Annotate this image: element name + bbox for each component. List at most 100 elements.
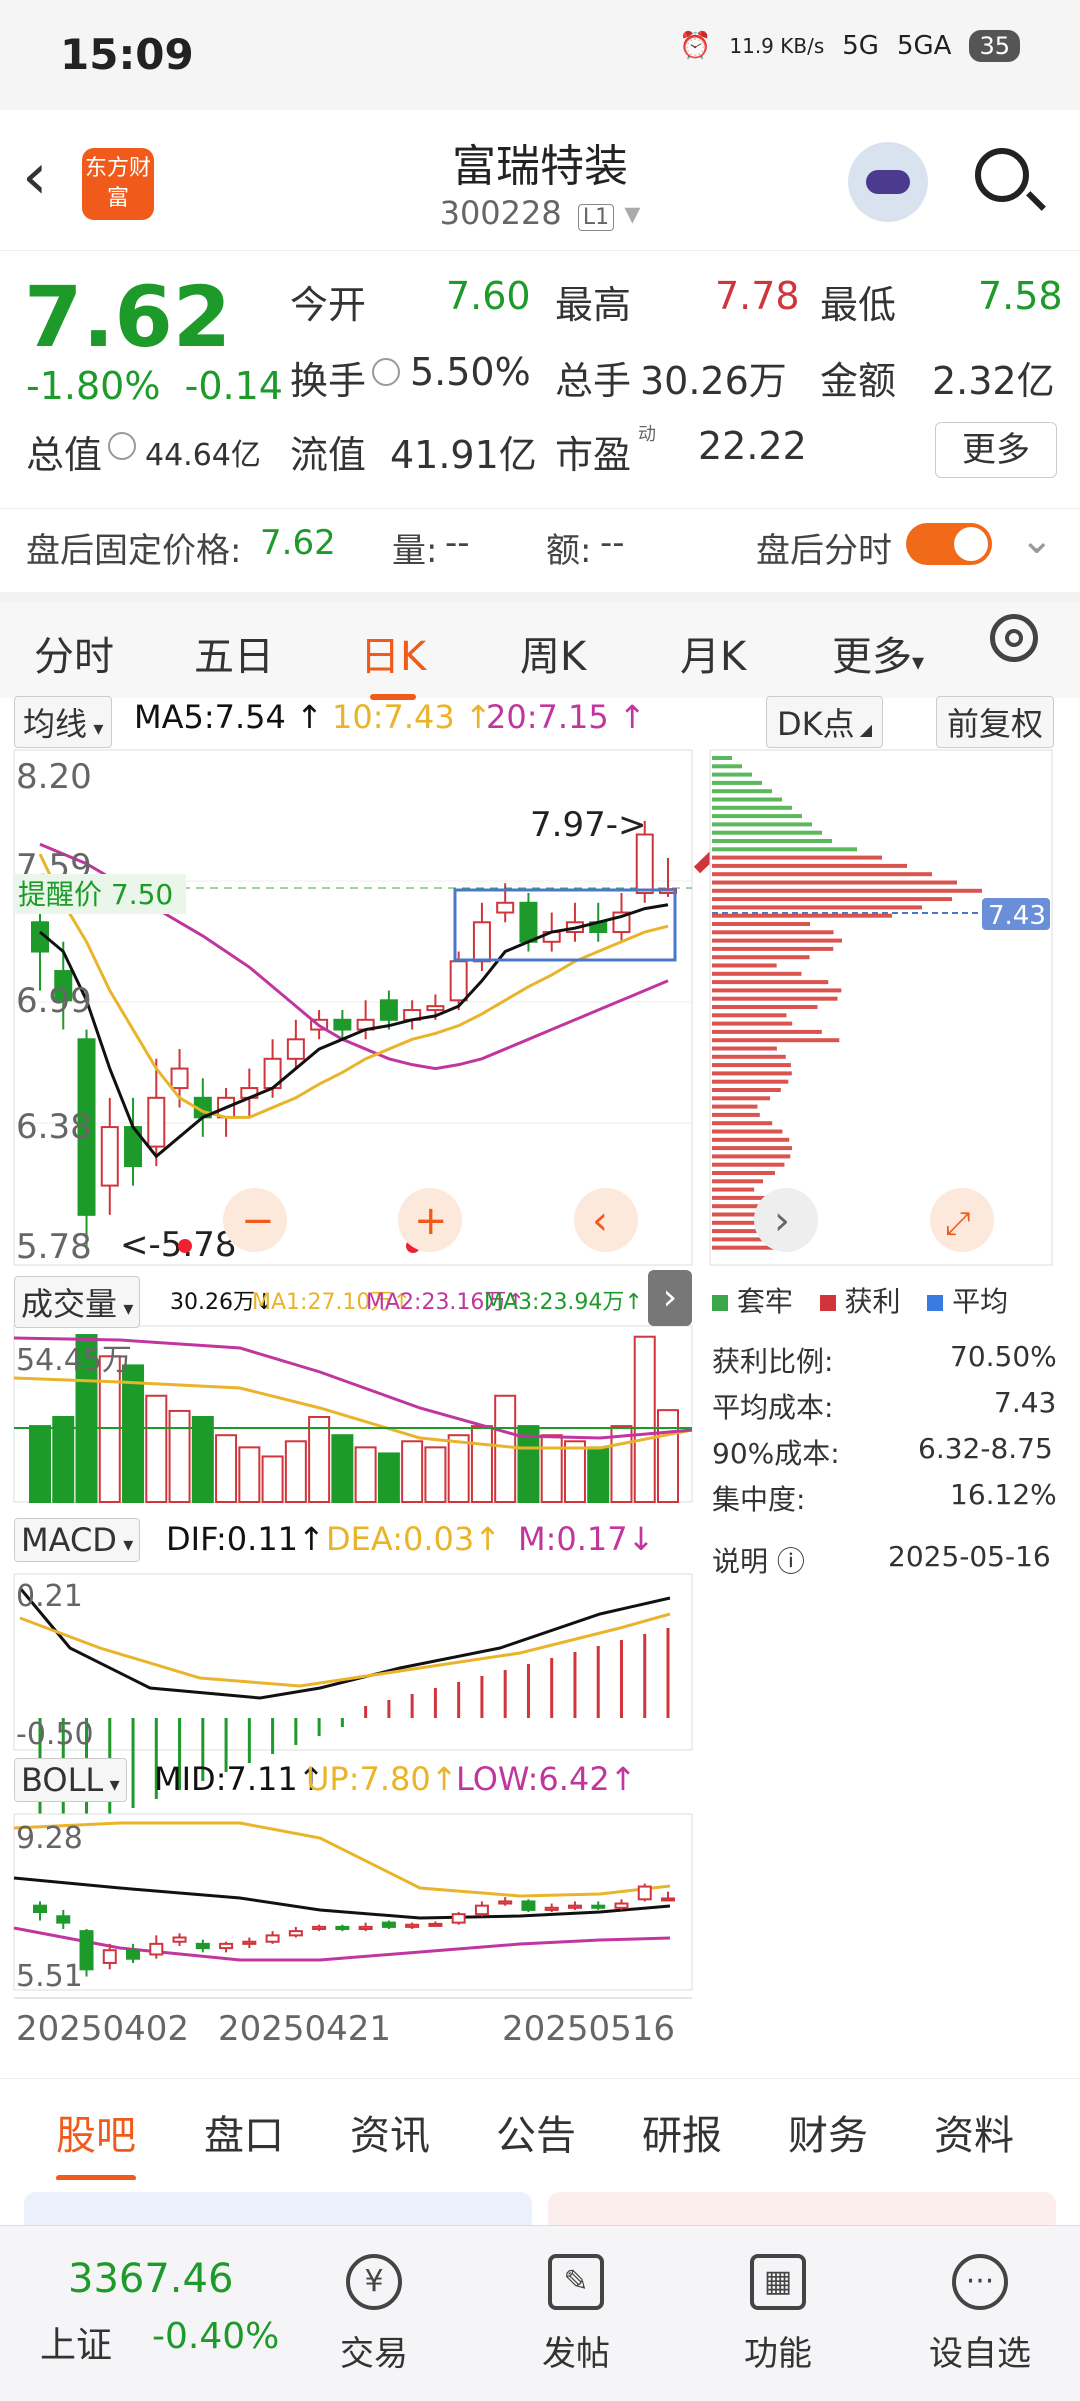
chip-bar: [712, 930, 834, 935]
tab-timeshare[interactable]: 分时: [34, 624, 114, 682]
more-button[interactable]: 更多: [935, 422, 1057, 478]
ma20-value: 20:7.15 ↑: [486, 698, 646, 736]
chip-bar: [712, 1162, 785, 1167]
after-hours-toggle[interactable]: [906, 523, 992, 565]
after-hours-vol-label: 量:: [392, 531, 438, 571]
chip-bar: [712, 1112, 760, 1117]
index-widget[interactable]: 3367.46 上证 -0.40%: [40, 2256, 300, 2386]
cost90-value: 6.32-8.75: [918, 1432, 1053, 1465]
info-dots-icon[interactable]: [108, 432, 136, 460]
nav-add-watchlist[interactable]: ··· 设自选: [900, 2226, 1060, 2401]
info-dots-icon[interactable]: [372, 358, 400, 386]
chevron-down-icon[interactable]: ⌄: [1020, 517, 1054, 563]
tab-forum[interactable]: 股吧: [56, 2103, 136, 2181]
boll-candle-body: [312, 1925, 327, 1931]
ma-selector[interactable]: 均线 ▾: [14, 696, 113, 748]
chip-bar: [712, 756, 732, 760]
macd-selector[interactable]: MACD ▾: [14, 1518, 141, 1562]
volume-selector[interactable]: 成交量 ▾: [14, 1276, 141, 1328]
chip-bar: [712, 822, 812, 827]
chip-bar: [712, 880, 957, 885]
volume-selector-label: 成交量: [21, 1285, 118, 1323]
boll-y-max: 9.28: [16, 1821, 83, 1856]
price-change: -1.80% -0.14: [26, 364, 283, 408]
macd-row: MACD ▾ DIF:0.11↑ DEA:0.03↑ M:0.17↓: [14, 1518, 694, 1564]
after-hours-amt: --: [600, 523, 625, 563]
kline-chart[interactable]: 8.20 7.59 6.99 6.38 5.78 提醒价 7.50 7.97->…: [13, 749, 785, 1267]
candle-body: [449, 960, 468, 1002]
adjust-button[interactable]: 前复权: [936, 696, 1055, 748]
after-hours-vol: --: [445, 523, 470, 563]
volume-bar: [191, 1416, 214, 1503]
gear-icon[interactable]: [990, 614, 1038, 662]
tab-daily-k[interactable]: 日K: [360, 624, 426, 700]
boll-low-text: LOW:6.42: [456, 1760, 610, 1798]
profit-ratio-value: 70.50%: [950, 1340, 1057, 1373]
x-tick-mid: 20250421: [218, 2009, 391, 2049]
event-dot[interactable]: [178, 1239, 192, 1253]
ma20-text: 20:7.15: [486, 698, 609, 736]
volume-bar: [540, 1434, 563, 1504]
chip-distribution-chart[interactable]: 7.43 › ⤢: [709, 749, 1053, 1266]
alert-label[interactable]: 提醒价 7.50: [18, 878, 173, 911]
avg-swatch: [927, 1295, 944, 1311]
mcap-value: 44.64亿: [145, 438, 261, 473]
caret-down-icon: ▾: [117, 1296, 134, 1320]
index-change: -0.40%: [152, 2316, 280, 2357]
tab-five-day[interactable]: 五日: [194, 624, 274, 682]
volume-bar: [98, 1355, 121, 1503]
boll-chart[interactable]: 9.28 5.51 20250402 20250421 20250516: [13, 1813, 693, 2049]
index-value: 3367.46: [68, 2256, 234, 2302]
amount-value: 2.32亿: [932, 359, 1055, 403]
boll-candle-body: [591, 1904, 606, 1909]
chip-bar: [712, 1187, 755, 1192]
tab-news[interactable]: 资讯: [350, 2103, 430, 2161]
chip-bar: [712, 1171, 775, 1175]
chip-bar: [712, 955, 810, 960]
tab-research[interactable]: 研报: [642, 2103, 722, 2161]
last-price: 7.62: [24, 268, 232, 366]
tab-more[interactable]: 更多▾: [832, 624, 924, 682]
assistant-robot-icon[interactable]: [848, 142, 928, 222]
chip-bar: [712, 830, 822, 835]
after-hours-row: 盘后固定价格: 7.62 量: -- 额: -- 盘后分时 ⌄: [0, 508, 1080, 579]
boll-up-value: UP:7.80↑: [306, 1760, 458, 1798]
nav-trade[interactable]: ¥ 交易: [294, 2226, 454, 2401]
chart-area[interactable]: 8.20 7.59 6.99 6.38 5.78 提醒价 7.50 7.97->…: [0, 748, 1080, 2078]
volume-chart[interactable]: 54.45万: [13, 1325, 693, 1504]
boll-candle-body: [521, 1900, 536, 1911]
edit-icon: ✎: [548, 2254, 604, 2310]
nav-functions[interactable]: ▦ 功能: [698, 2226, 858, 2401]
boll-selector[interactable]: BOLL ▾: [14, 1758, 127, 1802]
macd-y-min: -0.50: [16, 1717, 94, 1752]
macd-frame: [13, 1573, 693, 1751]
volume-bar: [563, 1440, 586, 1503]
dk-point-button[interactable]: DK点 ◢: [766, 696, 884, 748]
volume-bar: [587, 1446, 610, 1503]
boll-candle-body: [661, 1897, 675, 1902]
volume-value: 30.26万: [640, 359, 787, 403]
chip-bar: [712, 847, 857, 852]
tab-announcements[interactable]: 公告: [496, 2103, 576, 2161]
chip-bar: [712, 797, 782, 802]
signal-5g: 5G: [842, 31, 879, 61]
chip-bar: [712, 996, 838, 1001]
nav-functions-label: 功能: [744, 2334, 812, 2374]
search-icon[interactable]: [975, 148, 1029, 202]
tab-monthly-k[interactable]: 月K: [680, 624, 746, 682]
boll-candle-body: [637, 1885, 652, 1901]
volume-bar: [284, 1440, 307, 1503]
chip-bar: [712, 1137, 790, 1142]
legend-profit: 获利: [844, 1285, 901, 1318]
tab-finance[interactable]: 财务: [788, 2103, 868, 2161]
chip-note[interactable]: 说明 ⓘ: [712, 1540, 805, 1580]
chip-bar: [712, 1104, 758, 1109]
cost90-label: 90%成本:: [712, 1437, 840, 1470]
chevron-right-icon[interactable]: ›: [648, 1270, 692, 1326]
tab-orderbook[interactable]: 盘口: [204, 2103, 284, 2161]
high-label: 最高: [555, 283, 632, 327]
nav-post[interactable]: ✎ 发帖: [496, 2226, 656, 2401]
tab-weekly-k[interactable]: 周K: [520, 624, 586, 682]
chip-bar: [712, 897, 952, 902]
tab-profile[interactable]: 资料: [934, 2103, 1014, 2161]
